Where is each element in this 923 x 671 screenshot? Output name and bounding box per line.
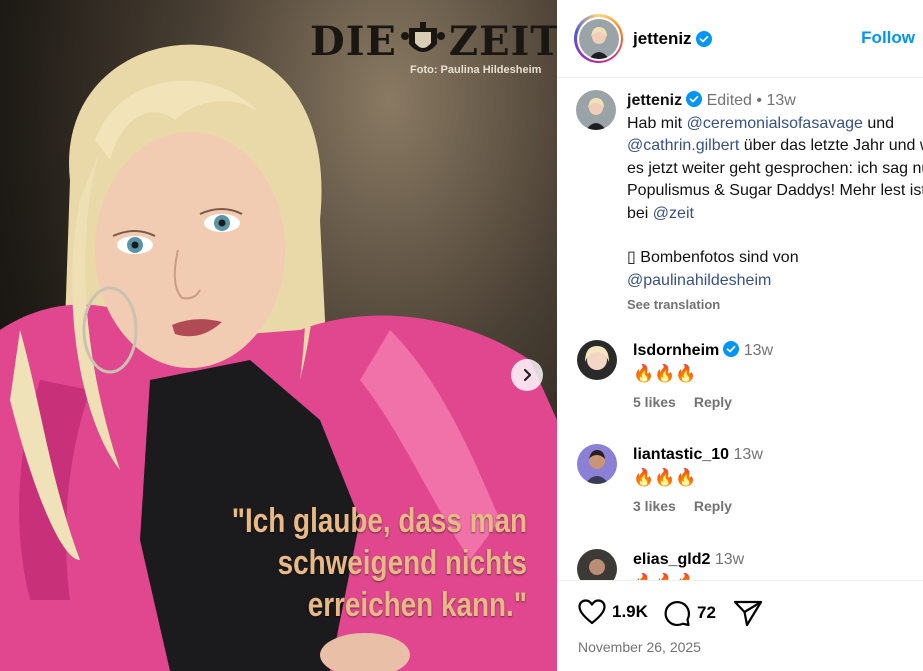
share-action	[733, 599, 763, 627]
like-count[interactable]: 1.9K	[612, 602, 648, 622]
avatar[interactable]	[577, 444, 617, 484]
edited-label: Edited	[706, 92, 752, 109]
post-side-panel: jetteniz Follow jetteniz Edited • 13w Ha…	[557, 0, 923, 671]
caption-time[interactable]: 13w	[766, 92, 795, 109]
comment-text: 🔥🔥🔥	[633, 364, 697, 383]
comment-text: 🔥🔥🔥	[633, 571, 923, 580]
reply-button[interactable]: Reply	[694, 394, 732, 410]
mention-link[interactable]: @paulinahildesheim	[627, 272, 771, 289]
emoji-placeholder: ▯	[627, 249, 636, 266]
caption-text-part: Bombenfotos sind von	[640, 249, 799, 266]
post-photo: DIE ZEIT Foto: Paulina Hildesheim "Ich g…	[0, 0, 557, 671]
verified-badge-icon	[723, 341, 740, 357]
masthead-right: ZEIT	[448, 18, 557, 65]
caption-text-part: Hab mit	[627, 114, 687, 132]
separator: •	[756, 92, 763, 109]
follow-button[interactable]: Follow	[861, 28, 915, 48]
comment-likes[interactable]: 3 likes	[633, 498, 676, 514]
heart-icon[interactable]	[578, 599, 606, 625]
mention-link[interactable]: @ceremonialsofasavage	[687, 115, 863, 132]
comment-time[interactable]: 13w	[744, 342, 773, 359]
caption-text-part: und	[862, 114, 895, 132]
avatar[interactable]	[577, 549, 617, 580]
caption-text: Hab mit @ceremonialsofasavage und @cathr…	[627, 113, 923, 226]
crest-icon	[400, 21, 445, 52]
verified-badge-icon	[695, 30, 712, 47]
comment-username[interactable]: lsdornheim	[633, 342, 719, 359]
quote-line: erreichen kann."	[307, 586, 527, 624]
comment-count[interactable]: 72	[697, 603, 716, 623]
share-icon[interactable]	[733, 599, 763, 627]
mention-link[interactable]: @zeit	[653, 205, 694, 222]
post-header: jetteniz Follow	[557, 0, 923, 78]
comment-icon[interactable]	[663, 599, 691, 627]
quote-line: "Ich glaube, dass man	[231, 502, 528, 540]
action-bar: 1.9K 72 November 26, 2025	[557, 580, 923, 671]
quote-line: schweigend nichts	[277, 544, 527, 582]
comment-time[interactable]: 13w	[715, 551, 744, 568]
avatar[interactable]	[576, 90, 616, 130]
masthead-left: DIE	[310, 18, 397, 65]
comment-username[interactable]: elias_gld2	[633, 551, 710, 568]
caption-username[interactable]: jetteniz	[627, 92, 682, 109]
reply-button[interactable]: Reply	[694, 498, 732, 514]
story-ring[interactable]	[574, 14, 623, 63]
quote-text: "Ich glaube, dass man schweigend nichts …	[232, 500, 527, 626]
avatar[interactable]	[577, 340, 617, 380]
avatar	[578, 18, 619, 59]
next-image-button[interactable]	[511, 359, 543, 391]
verified-badge-icon	[686, 91, 703, 107]
mention-link[interactable]: @cathrin.gilbert	[627, 137, 739, 154]
photo-credit: Foto: Paulina Hildesheim	[410, 64, 542, 76]
comment-text: 🔥🔥🔥	[633, 468, 697, 487]
header-username[interactable]: jetteniz	[633, 29, 692, 49]
die-zeit-masthead: DIE ZEIT	[310, 18, 557, 65]
comment-action: 72	[663, 599, 716, 627]
like-action: 1.9K	[578, 599, 648, 625]
comment-item: elias_gld2 13w 🔥🔥🔥	[577, 549, 923, 580]
comment-time[interactable]: 13w	[734, 446, 763, 463]
chevron-right-icon	[523, 368, 532, 382]
comment-username[interactable]: liantastic_10	[633, 446, 729, 463]
post-date[interactable]: November 26, 2025	[578, 639, 701, 655]
comment-likes[interactable]: 5 likes	[633, 394, 676, 410]
see-translation-link[interactable]: See translation	[627, 294, 923, 317]
